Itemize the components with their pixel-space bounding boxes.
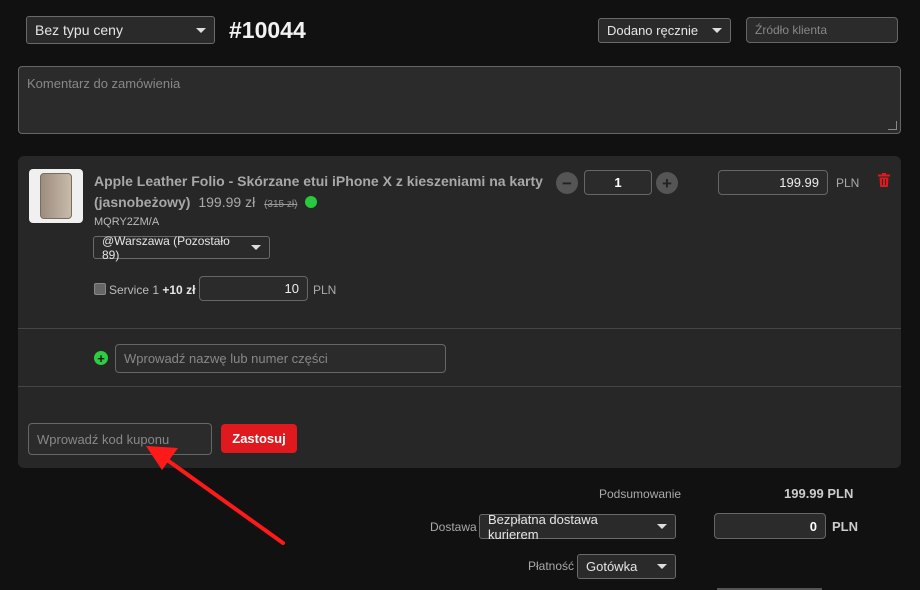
payment-method-select[interactable]: Gotówka — [577, 554, 676, 579]
price-type-value: Bez typu ceny — [35, 22, 123, 38]
warehouse-select[interactable]: @Warszawa (Pozostało 89) — [93, 233, 270, 262]
service-extra-price: +10 zł — [162, 283, 196, 297]
decrease-quantity-button[interactable]: − — [556, 172, 578, 194]
chevron-down-icon — [196, 27, 206, 33]
order-number: #10044 — [229, 17, 306, 43]
resize-grip-icon[interactable] — [888, 121, 897, 130]
increase-quantity-button[interactable]: + — [656, 172, 678, 194]
warehouse-value: @Warszawa (Pozostało 89) — [102, 233, 230, 262]
added-mode-select[interactable]: Dodano ręcznie — [598, 18, 731, 43]
client-source-input[interactable]: Źródło klienta — [746, 17, 898, 43]
payment-method-value: Gotówka — [586, 559, 638, 574]
coupon-input[interactable]: Wprowadź kod kuponu — [28, 423, 212, 455]
product-thumbnail — [29, 169, 83, 223]
summary-value: 199.99 PLN — [784, 486, 854, 501]
quantity-input[interactable]: 1 — [584, 170, 652, 195]
product-old-price: (315 zł) — [264, 199, 298, 210]
price-type-select[interactable]: Bez typu ceny — [26, 16, 215, 44]
added-mode-value: Dodano ręcznie — [607, 23, 699, 38]
plus-circle-icon[interactable]: + — [94, 351, 108, 365]
service-label: Service 1 +10 zł — [109, 283, 195, 297]
phone-case-image — [40, 173, 72, 219]
service-price-input[interactable]: 10 — [199, 276, 308, 301]
trash-icon[interactable] — [878, 173, 890, 187]
stock-status-icon — [305, 196, 318, 208]
shipping-method-select[interactable]: Bezpłatna dostawa kurierem — [479, 511, 676, 542]
shipping-method-value: Bezpłatna dostawa kurierem — [488, 511, 598, 542]
service-checkbox[interactable] — [94, 283, 106, 295]
chevron-down-icon — [657, 564, 667, 569]
shipping-currency: PLN — [832, 519, 858, 534]
product-price: 199.99 zł — [198, 194, 256, 210]
chevron-down-icon — [657, 524, 667, 529]
comment-placeholder: Komentarz do zamówienia — [27, 76, 181, 91]
chevron-down-icon — [251, 245, 261, 250]
add-part-input[interactable]: Wprowadź nazwę lub numer części — [115, 344, 446, 373]
order-comment-textarea[interactable]: Komentarz do zamówienia — [18, 66, 901, 134]
unit-price-input[interactable]: 199.99 — [718, 170, 828, 195]
shipping-cost-input[interactable]: 0 — [714, 513, 826, 539]
divider — [18, 386, 901, 387]
service-name: Service 1 — [109, 283, 160, 297]
shipping-label: Dostawa — [430, 520, 477, 534]
apply-coupon-button[interactable]: Zastosuj — [221, 424, 297, 453]
product-name: Apple Leather Folio - Skórzane etui iPho… — [94, 173, 543, 210]
summary-label: Podsumowanie — [599, 487, 682, 501]
product-title[interactable]: Apple Leather Folio - Skórzane etui iPho… — [94, 171, 544, 215]
payment-label: Płatność — [528, 559, 575, 573]
product-sku: MQRY2ZM/A — [94, 216, 160, 228]
chevron-down-icon — [712, 28, 722, 33]
divider — [18, 328, 901, 329]
unit-price-currency: PLN — [836, 176, 860, 190]
service-currency: PLN — [313, 283, 337, 297]
